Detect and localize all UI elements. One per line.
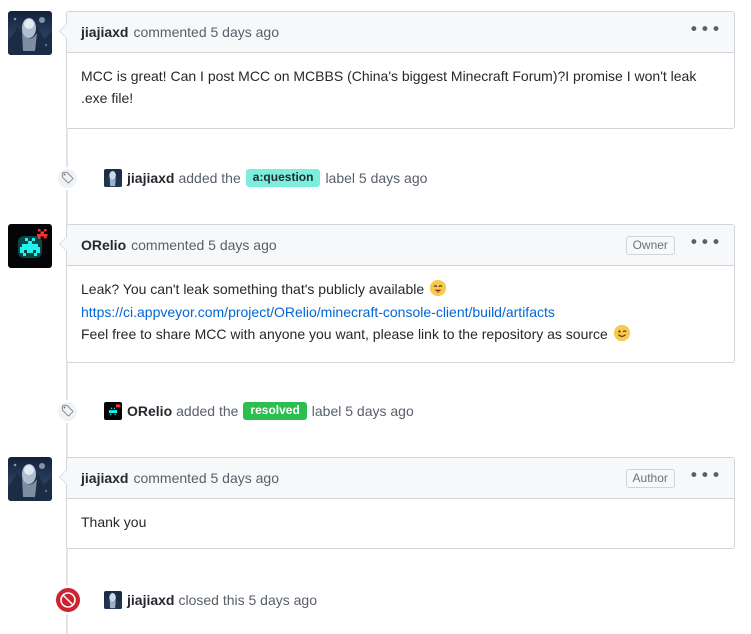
comment-text: Leak? You can't leak something that's pu… xyxy=(81,281,429,297)
avatar[interactable] xyxy=(104,401,122,420)
event-action: closed this 5 days ago xyxy=(178,592,317,608)
avatar[interactable] xyxy=(8,457,52,501)
timeline-event-label: jiajiaxd added the a:question label 5 da… xyxy=(0,162,751,194)
circle-slash-glyph xyxy=(60,592,76,608)
event-user[interactable]: jiajiaxd xyxy=(127,170,174,186)
event-suffix: label 5 days ago xyxy=(311,402,414,419)
jiajiaxd-avatar-image xyxy=(104,591,122,609)
comment-text-line: Leak? You can't leak something that's pu… xyxy=(81,279,720,301)
jiajiaxd-avatar-image xyxy=(104,168,122,187)
comment-menu-button[interactable]: ••• xyxy=(687,468,724,487)
orelio-avatar-image xyxy=(8,224,52,268)
comment-timestamp: commented 5 days ago xyxy=(131,237,277,253)
timeline-event-closed: jiajiaxd closed this 5 days ago xyxy=(0,584,751,616)
comment-author[interactable]: jiajiaxd xyxy=(81,470,128,486)
label-chip[interactable]: a:question xyxy=(245,168,321,188)
author-association-badge: Owner xyxy=(625,235,675,255)
comment-menu-button[interactable]: ••• xyxy=(687,22,724,41)
orelio-avatar-image xyxy=(104,401,122,420)
event-suffix: label 5 days ago xyxy=(325,169,428,186)
event-user[interactable]: ORelio xyxy=(127,403,172,419)
circle-slash-icon xyxy=(54,586,82,614)
jiajiaxd-avatar-image xyxy=(8,457,52,501)
avatar[interactable] xyxy=(8,11,52,55)
event-text: jiajiaxd closed this 5 days ago xyxy=(104,591,317,609)
label-chip[interactable]: resolved xyxy=(243,401,307,421)
avatar[interactable] xyxy=(8,224,52,268)
event-action: added the xyxy=(176,402,239,419)
comment-header: jiajiaxd commented 5 days ago Author ••• xyxy=(67,458,734,499)
issue-timeline: jiajiaxd commented 5 days ago ••• MCC is… xyxy=(0,0,751,634)
comment-text-line: Feel free to share MCC with anyone you w… xyxy=(81,324,720,346)
comment-box: jiajiaxd commented 5 days ago ••• MCC is… xyxy=(59,11,735,129)
comment-menu-button[interactable]: ••• xyxy=(687,235,724,254)
event-action: added the xyxy=(178,169,241,186)
comment-header: jiajiaxd commented 5 days ago ••• xyxy=(67,12,734,53)
comment-body: Thank you xyxy=(67,499,734,548)
event-text: ORelio added the resolved label 5 days a… xyxy=(104,401,414,421)
avatar[interactable] xyxy=(104,168,122,187)
comment-header: ORelio commented 5 days ago Owner ••• xyxy=(67,225,734,266)
face-savoring-food-icon xyxy=(429,279,447,297)
event-text: jiajiaxd added the a:question label 5 da… xyxy=(104,168,428,188)
comment-timestamp: commented 5 days ago xyxy=(133,24,279,40)
avatar[interactable] xyxy=(104,591,122,609)
author-association-badge: Author xyxy=(625,468,675,488)
tag-icon xyxy=(56,399,79,423)
appveyor-link[interactable]: https://ci.appveyor.com/project/ORelio/m… xyxy=(81,304,555,320)
comment-text: Feel free to share MCC with anyone you w… xyxy=(81,326,612,343)
comment-timestamp: commented 5 days ago xyxy=(133,470,279,486)
tag-glyph xyxy=(61,171,73,184)
event-user[interactable]: jiajiaxd xyxy=(127,592,174,608)
comment-author[interactable]: jiajiaxd xyxy=(81,24,128,40)
comment-link-line: https://ci.appveyor.com/project/ORelio/m… xyxy=(81,302,720,324)
comment-body: MCC is great! Can I post MCC on MCBBS (C… xyxy=(67,53,734,123)
comment-text: Thank you xyxy=(81,514,147,530)
timeline-event-label: ORelio added the resolved label 5 days a… xyxy=(0,395,751,427)
winking-face-icon xyxy=(613,324,631,342)
tag-icon xyxy=(56,166,79,190)
comment-text: MCC is great! Can I post MCC on MCBBS (C… xyxy=(81,68,697,106)
comment-author[interactable]: ORelio xyxy=(81,237,126,253)
tag-glyph xyxy=(61,404,73,417)
jiajiaxd-avatar-image xyxy=(8,11,52,55)
comment-box: jiajiaxd commented 5 days ago Author •••… xyxy=(59,457,735,549)
comment-body: Leak? You can't leak something that's pu… xyxy=(67,266,734,360)
comment-box: ORelio commented 5 days ago Owner ••• Le… xyxy=(59,224,735,363)
